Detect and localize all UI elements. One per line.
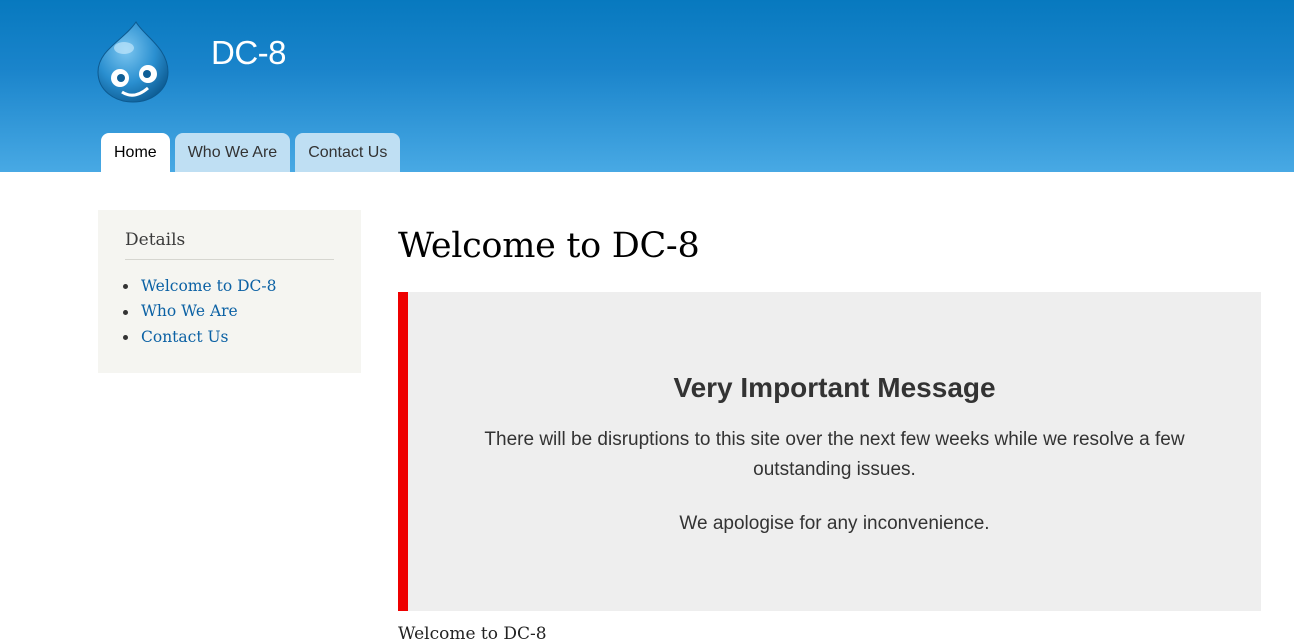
site-header: DC-8 Home Who We Are Contact Us: [0, 0, 1294, 172]
sidebar-link-welcome[interactable]: Welcome to DC-8: [141, 277, 276, 295]
list-item: Who We Are: [123, 299, 276, 325]
list-item: Welcome to DC-8: [123, 273, 276, 299]
bullet-icon: [123, 335, 128, 341]
primary-tabs: Home Who We Are Contact Us: [101, 133, 401, 172]
tab-who-we-are[interactable]: Who We Are: [174, 133, 291, 172]
sidebar-link-who-we-are[interactable]: Who We Are: [141, 302, 238, 320]
list-item: Contact Us: [123, 324, 276, 350]
bullet-icon: [123, 284, 128, 290]
drupal-logo-icon[interactable]: [94, 18, 172, 104]
site-name[interactable]: DC-8: [211, 34, 287, 72]
sidebar-divider: [125, 259, 334, 260]
sidebar-link-contact-us[interactable]: Contact Us: [141, 328, 229, 346]
sidebar-title: Details: [125, 230, 186, 250]
important-message-block: Very Important Message There will be dis…: [398, 292, 1261, 611]
body-text: Welcome to DC-8: [398, 624, 547, 644]
notice-text: There will be disruptions to this site o…: [484, 429, 1185, 480]
notice-heading: Very Important Message: [673, 372, 996, 403]
tab-home[interactable]: Home: [101, 133, 170, 172]
page-title: Welcome to DC-8: [398, 226, 700, 266]
sidebar-links: Welcome to DC-8 Who We Are Contact Us: [123, 273, 276, 350]
bullet-icon: [123, 309, 128, 315]
tab-contact-us[interactable]: Contact Us: [295, 133, 401, 172]
sidebar-details-block: Details Welcome to DC-8 Who We Are Conta…: [98, 210, 361, 373]
notice-apology: We apologise for any inconvenience.: [679, 513, 990, 534]
